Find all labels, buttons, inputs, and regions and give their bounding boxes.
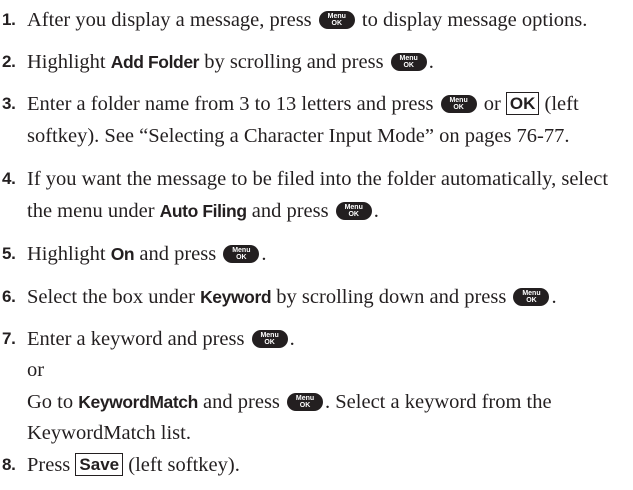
step-number: 5. (2, 244, 16, 263)
step-7-line-4: KeywordMatch list. (27, 422, 191, 444)
bold-term: Add Folder (110, 52, 200, 72)
step-number: 7. (2, 329, 16, 348)
menu-ok-key-icon: Menu OK (513, 288, 550, 306)
bold-term: On (110, 244, 135, 264)
menu-ok-key-icon: Menu OK (335, 202, 372, 220)
step-number: 2. (2, 52, 16, 71)
step-3-line-1: Enter a folder name from 3 to 13 letters… (27, 92, 579, 115)
step-8-text: Press Save (left softkey). (27, 453, 240, 476)
menu-ok-key-icon: Menu OK (390, 53, 427, 71)
step-3-line-2: softkey). See “Selecting a Character Inp… (27, 125, 570, 147)
step-1-text: After you display a message, press Menu O… (27, 9, 588, 31)
step-4-line-2: the menu under Auto Filing and press Men… (27, 200, 379, 222)
bold-term: Auto Filing (159, 201, 247, 221)
menu-ok-key-icon: Menu OK (223, 245, 260, 263)
step-5-text: Highlight On and press Menu OK. (27, 243, 267, 265)
step-number: 8. (2, 455, 16, 474)
step-number: 4. (2, 169, 16, 188)
step-number: 3. (2, 94, 16, 113)
step-4-line-1: If you want the message to be filed into… (27, 168, 609, 190)
menu-ok-key-icon: Menu OK (440, 95, 477, 113)
bold-term: KeywordMatch (78, 392, 198, 412)
step-number: 6. (2, 287, 16, 306)
bold-term: Keyword (200, 287, 272, 307)
step-7-line-3: Go to KeywordMatch and press Menu OK. Sel… (27, 391, 552, 413)
step-7-or: or (27, 359, 45, 381)
menu-ok-key-icon: Menu OK (287, 393, 324, 411)
ok-softkey-label: OK (505, 92, 540, 115)
step-number: 1. (2, 10, 16, 29)
step-6-text: Select the box under Keyword by scrollin… (27, 286, 557, 308)
save-softkey-label: Save (75, 453, 124, 476)
instruction-list: 1. After you display a message, press Me… (0, 0, 633, 490)
step-7-line-1: Enter a keyword and press Menu OK. (27, 328, 295, 350)
step-2-text: Highlight Add Folder by scrolling and pr… (27, 51, 434, 73)
menu-ok-key-icon: Menu OK (251, 330, 288, 348)
menu-ok-key-icon: Menu OK (318, 11, 355, 29)
